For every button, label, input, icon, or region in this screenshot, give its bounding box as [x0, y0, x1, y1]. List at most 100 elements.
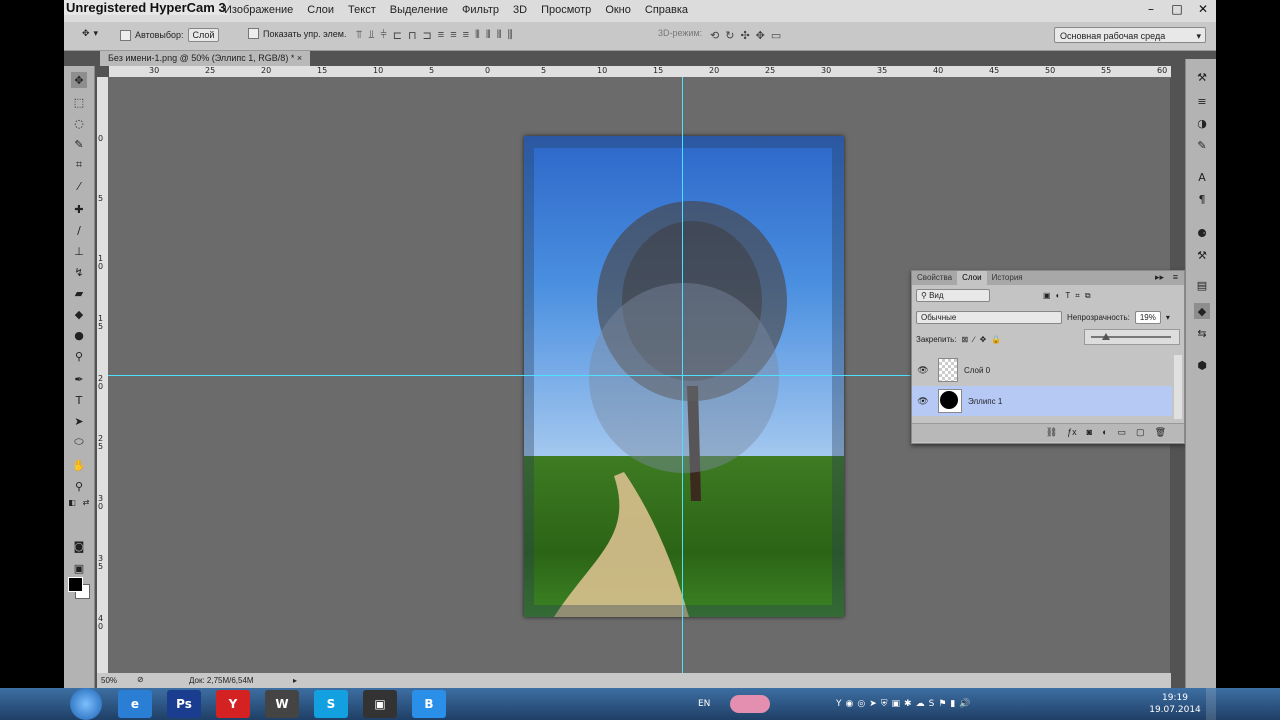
type-tool-icon[interactable]: T — [71, 392, 87, 408]
tray-signal-icon[interactable]: ▮ — [950, 699, 955, 709]
tray-sync-icon[interactable]: ◎ — [857, 699, 865, 709]
language-indicator[interactable]: EN — [698, 688, 710, 720]
tray-update-icon[interactable]: ✱ — [904, 699, 912, 709]
distribute-bottom-icon[interactable]: ≡ — [463, 29, 469, 42]
menu-item[interactable]: Текст — [348, 4, 376, 16]
pan-3d-icon[interactable]: ✣ — [740, 29, 749, 42]
ellipse-tool-icon[interactable]: ⬭ — [71, 434, 87, 450]
zoom-level[interactable]: 50% — [101, 676, 117, 685]
menu-item[interactable]: Слои — [307, 4, 334, 16]
pen-tool-icon[interactable]: ✒ — [71, 371, 87, 387]
align-right-icon[interactable]: ⊐ — [423, 29, 432, 42]
link-icon[interactable]: ⛓ — [1046, 427, 1057, 438]
lock-transparent-icon[interactable]: ⊠ — [962, 335, 969, 344]
start-button[interactable] — [70, 688, 102, 720]
move-tool-preset[interactable]: ✥ ▾ — [82, 28, 98, 39]
tray-network-icon[interactable]: ◉ — [846, 699, 854, 709]
menu-item[interactable]: Фильтр — [462, 4, 499, 16]
document-tab[interactable]: Без имени-1.png @ 50% (Эллипс 1, RGB/8) … — [100, 51, 311, 66]
filter-type-icon[interactable]: T — [1065, 291, 1070, 300]
layers-panel-icon[interactable]: ◆ — [1194, 303, 1210, 319]
align-top-icon[interactable]: ⫪ — [356, 29, 362, 42]
tray-volume-icon[interactable]: 🔊 — [959, 699, 970, 709]
slide-3d-icon[interactable]: ✥ — [756, 29, 765, 42]
orbit-3d-icon[interactable]: ⟲ — [710, 29, 719, 42]
levels-panel-icon[interactable]: ≡ — [1194, 93, 1210, 109]
blur-tool-icon[interactable]: ● — [71, 327, 87, 343]
quick-select-tool-icon[interactable]: ✎ — [71, 136, 87, 152]
filter-smart-icon[interactable]: ⧉ — [1085, 291, 1091, 301]
skype-app[interactable]: S — [314, 690, 348, 718]
photoshop-app[interactable]: Ps — [167, 690, 201, 718]
info-panel-icon[interactable]: ▤ — [1194, 277, 1210, 293]
opacity-slider-thumb[interactable] — [1102, 333, 1111, 340]
default-colors-icon[interactable]: ◧ — [67, 494, 77, 510]
foreground-color-swatch[interactable] — [68, 577, 83, 592]
menu-item[interactable]: Справка — [645, 4, 688, 16]
minimize-button[interactable]: – — [1138, 0, 1164, 18]
tray-telegram-icon[interactable]: ➤ — [869, 699, 877, 709]
ie-app[interactable]: e — [118, 690, 152, 718]
distribute-vcenter-icon[interactable]: ≡ — [450, 29, 456, 42]
layer-row[interactable]: 👁 Слой 0 — [912, 355, 1172, 385]
tray-nvidia-icon[interactable]: ▣ — [892, 699, 901, 709]
clock[interactable]: 19:19 19.07.2014 — [1146, 692, 1204, 716]
panel-menu-icon[interactable]: ≡ — [1173, 272, 1178, 282]
paragraph-panel-icon[interactable]: ¶ — [1194, 191, 1210, 207]
close-tab-icon[interactable]: × — [297, 53, 302, 63]
fx-icon[interactable]: ƒx — [1067, 427, 1077, 438]
menu-item[interactable]: Выделение — [390, 4, 448, 16]
tray-shield-icon[interactable]: ⛨ — [881, 699, 888, 709]
trash-icon[interactable]: 🗑 — [1155, 427, 1166, 438]
roll-3d-icon[interactable]: ↻ — [725, 29, 734, 42]
tray-flag-icon[interactable]: ⚑ — [938, 699, 946, 709]
lock-all-icon[interactable]: 🔒 — [991, 335, 1001, 344]
menu-item[interactable]: 3D — [513, 4, 527, 16]
adjustments-panel-icon[interactable]: ⚒ — [1194, 69, 1210, 85]
channels-panel-icon[interactable]: ⇆ — [1194, 325, 1210, 341]
eye-icon[interactable]: 👁 — [912, 396, 934, 407]
yandex-app[interactable]: Y — [216, 690, 250, 718]
eye-icon[interactable]: 👁 — [912, 365, 934, 376]
move-tool-icon[interactable]: ✥ — [71, 72, 87, 88]
align-vcenter-icon[interactable]: ⫫ — [368, 29, 374, 42]
screen-mode-icon[interactable]: ▣ — [71, 560, 87, 576]
close-button[interactable]: ✕ — [1190, 0, 1216, 18]
group-icon[interactable]: ▭ — [1118, 427, 1127, 438]
3d-panel-icon[interactable]: ⬢ — [1194, 357, 1210, 373]
history-brush-icon[interactable]: ↯ — [71, 264, 87, 280]
scale-3d-icon[interactable]: ▭ — [771, 29, 781, 42]
opacity-slider-popup[interactable] — [1084, 329, 1180, 345]
lock-position-icon[interactable]: ✥ — [980, 335, 987, 344]
filter-shape-icon[interactable]: ⌗ — [1075, 291, 1080, 301]
eraser-tool-icon[interactable]: ▰ — [71, 285, 87, 301]
wot-app[interactable]: W — [265, 690, 299, 718]
workspace-dropdown[interactable]: Основная рабочая среда ▾ — [1054, 27, 1206, 43]
distribute-right-icon[interactable]: ⦀ — [497, 29, 502, 42]
eyedropper-tool-icon[interactable]: ⁄ — [71, 178, 87, 194]
kind-filter-dropdown[interactable]: ⚲ Вид — [916, 289, 990, 302]
auto-align-icon[interactable]: ⫼ — [508, 29, 513, 42]
tray-skype-icon[interactable]: S — [929, 699, 935, 709]
tray-app-icon[interactable] — [730, 695, 770, 713]
filter-adjustment-icon[interactable]: ◐ — [1056, 291, 1061, 300]
marquee-tool-icon[interactable]: ⬚ — [71, 94, 87, 110]
dodge-tool-icon[interactable]: ⚲ — [71, 348, 87, 364]
panel-tab[interactable]: Свойства — [912, 271, 957, 285]
browser-app[interactable]: B — [412, 690, 446, 718]
panel-tab[interactable]: Слои — [957, 271, 987, 285]
panel-tab[interactable]: История — [987, 271, 1028, 285]
brush-tool-icon[interactable]: ∕ — [71, 222, 87, 238]
hand-tool-icon[interactable]: ✋ — [71, 457, 87, 473]
tray-cloud-icon[interactable]: ☁ — [916, 699, 925, 709]
distribute-left-icon[interactable]: ⦀ — [475, 29, 480, 42]
zoom-tool-icon[interactable]: ⚲ — [71, 478, 87, 494]
crop-tool-icon[interactable]: ⌗ — [71, 157, 87, 173]
opacity-input[interactable]: 19% — [1134, 311, 1161, 324]
swap-colors-icon[interactable]: ⇄ — [81, 494, 91, 510]
autoselect-dropdown[interactable]: Слой — [187, 28, 220, 42]
layer-name[interactable]: Эллипс 1 — [968, 397, 1002, 406]
align-hcenter-icon[interactable]: ⊓ — [408, 29, 417, 42]
tool-presets-icon[interactable]: ✎ — [1194, 137, 1210, 153]
show-desktop-button[interactable] — [1206, 688, 1216, 720]
